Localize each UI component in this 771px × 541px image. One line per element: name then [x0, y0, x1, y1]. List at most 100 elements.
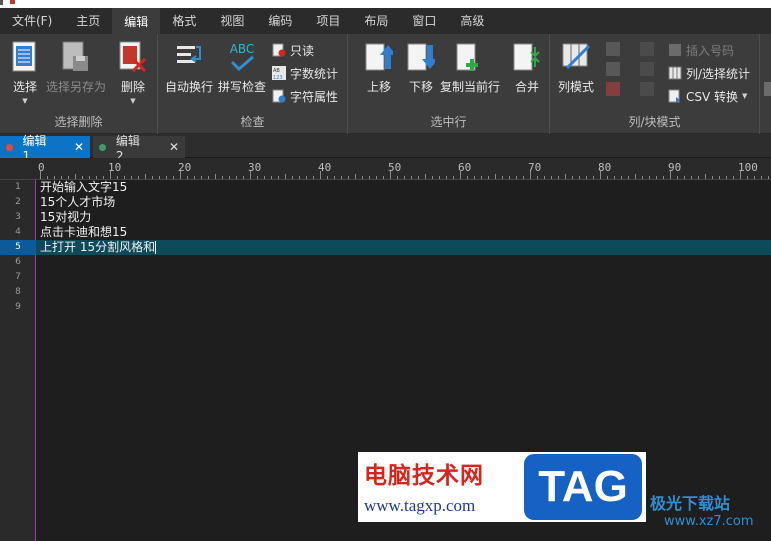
- column-select-stats-button[interactable]: 列/选择统计: [668, 63, 750, 83]
- code-line[interactable]: 开始输入文字15: [40, 180, 771, 195]
- column-delete-icon[interactable]: [606, 82, 620, 96]
- menu-advanced[interactable]: 高级: [448, 8, 496, 34]
- code-line[interactable]: [40, 255, 771, 270]
- line-number: 9: [15, 302, 21, 312]
- ruler-tick: [684, 176, 685, 179]
- code-line[interactable]: 15对视力: [40, 210, 771, 225]
- column-insert-icon[interactable]: [606, 42, 620, 56]
- ruler-tick: [586, 176, 587, 179]
- ruler-tick: [495, 174, 496, 179]
- menu-file[interactable]: 文件(F): [0, 8, 64, 34]
- delete-button[interactable]: 删除 ▼: [116, 40, 150, 105]
- code-line[interactable]: [40, 270, 771, 285]
- ruler-tick: [376, 176, 377, 179]
- column-fill-icon[interactable]: [606, 62, 620, 76]
- readonly-button[interactable]: 只读: [272, 40, 314, 60]
- menu-layout[interactable]: 布局: [352, 8, 400, 34]
- column-select-stats-label: 列/选择统计: [686, 66, 751, 81]
- text-cursor: [155, 241, 157, 254]
- ruler-tick: [54, 176, 55, 179]
- column-mode-button[interactable]: 列模式: [558, 40, 594, 95]
- line-number: 1: [15, 182, 21, 192]
- app-icon: [0, 0, 3, 5]
- auto-wrap-button[interactable]: 自动换行: [165, 40, 213, 95]
- ruler-tick: [313, 176, 314, 179]
- ruler-tick: [705, 174, 706, 179]
- code-line[interactable]: 点击卡迪和想15: [40, 225, 771, 240]
- group-label-selected-lines: 选中行: [430, 115, 467, 129]
- merge-button[interactable]: 合并: [510, 40, 544, 95]
- ruler-label: 20: [178, 161, 192, 174]
- text-area[interactable]: 开始输入文字15 15个人才市场 15对视力 点击卡迪和想15 上打开 15分割风格和: [36, 180, 771, 315]
- menu-encoding[interactable]: 编码: [256, 8, 304, 34]
- csv-convert-button[interactable]: CSV 转换 ▼: [668, 86, 747, 106]
- select-button[interactable]: 选择 ▼: [8, 40, 42, 105]
- menu-window[interactable]: 窗口: [400, 8, 448, 34]
- ruler-tick: [215, 174, 216, 179]
- spell-check-button[interactable]: ABC 拼写检查: [218, 40, 266, 95]
- ruler-tick: [236, 176, 237, 179]
- ruler-tick: [474, 176, 475, 179]
- menu-project[interactable]: 项目: [304, 8, 352, 34]
- list-icon-2[interactable]: [640, 62, 654, 76]
- ruler-tick: [271, 176, 272, 179]
- list-icon-3[interactable]: [640, 82, 654, 96]
- menu-edit[interactable]: 编辑: [112, 8, 161, 34]
- ruler-tick: [712, 176, 713, 179]
- ruler-tick: [628, 176, 629, 179]
- copy-current-line-button[interactable]: 复制当前行: [440, 40, 500, 95]
- group-label-check: 检查: [240, 115, 265, 129]
- move-up-button[interactable]: 上移: [362, 40, 396, 95]
- ruler-tick: [467, 176, 468, 179]
- ruler-tick: [635, 174, 636, 179]
- menu-view[interactable]: 视图: [208, 8, 256, 34]
- list-icon[interactable]: [640, 42, 654, 56]
- ruler-tick: [488, 176, 489, 179]
- ruler-tick: [208, 176, 209, 179]
- line-number: 6: [15, 257, 21, 267]
- insert-number-button[interactable]: 插入号码: [668, 40, 734, 60]
- svg-text:AB: AB: [273, 68, 280, 74]
- ruler-tick: [89, 176, 90, 179]
- line-number: 2: [15, 197, 21, 207]
- group-column-block: 列模式 插入号码 列/选择统计 CSV 转换 ▼ 列/块模式: [550, 34, 760, 134]
- ribbon: 选择 ▼ 选择另存为 删除 ▼ 选择删除 自动换行 ABC 拼写检查 只读 AB…: [0, 34, 771, 134]
- move-down-button[interactable]: 下移: [404, 40, 438, 95]
- spell-check-label: 拼写检查: [218, 80, 267, 94]
- ruler-tick: [159, 176, 160, 179]
- code-line[interactable]: [40, 285, 771, 300]
- select-save-as-button[interactable]: 选择另存为: [46, 40, 106, 95]
- ruler-tick: [656, 176, 657, 179]
- saved-dot-icon: [99, 143, 106, 151]
- tab-edit2[interactable]: 编辑2 ✕: [93, 134, 185, 163]
- merge-icon: [510, 40, 544, 74]
- ruler-tick: [194, 176, 195, 179]
- code-line[interactable]: [40, 300, 771, 315]
- ruler-tick: [642, 176, 643, 179]
- watermark-site2-title: 极光下载站: [650, 494, 731, 513]
- word-wrap-icon: [172, 40, 206, 74]
- ruler-tick: [152, 176, 153, 179]
- ruler-tick: [222, 176, 223, 179]
- ruler-tick: [663, 176, 664, 179]
- ruler-tick: [397, 176, 398, 179]
- close-icon[interactable]: ✕: [74, 140, 84, 154]
- tab-edit1[interactable]: 编辑1 ✕: [0, 134, 90, 163]
- ruler-tick: [754, 176, 755, 179]
- char-props-icon: [272, 89, 286, 103]
- column-tools-icons: [606, 42, 626, 104]
- menu-home[interactable]: 主页: [64, 8, 112, 34]
- code-line[interactable]: 15个人才市场: [40, 195, 771, 210]
- group-select-delete: 选择 ▼ 选择另存为 删除 ▼ 选择删除: [0, 34, 158, 134]
- menu-format[interactable]: 格式: [160, 8, 208, 34]
- ruler-tick: [481, 176, 482, 179]
- close-icon[interactable]: ✕: [169, 140, 179, 154]
- ribbon-overflow-icon[interactable]: [764, 82, 771, 96]
- ruler-tick: [285, 174, 286, 179]
- delete-label: 删除: [120, 80, 145, 94]
- word-count-button[interactable]: AB 123 字数统计: [272, 63, 338, 83]
- ruler-tick: [544, 176, 545, 179]
- code-line[interactable]: 上打开 15分割风格和: [36, 240, 771, 255]
- ruler-tick: [348, 176, 349, 179]
- char-props-button[interactable]: 字符属性: [272, 86, 338, 106]
